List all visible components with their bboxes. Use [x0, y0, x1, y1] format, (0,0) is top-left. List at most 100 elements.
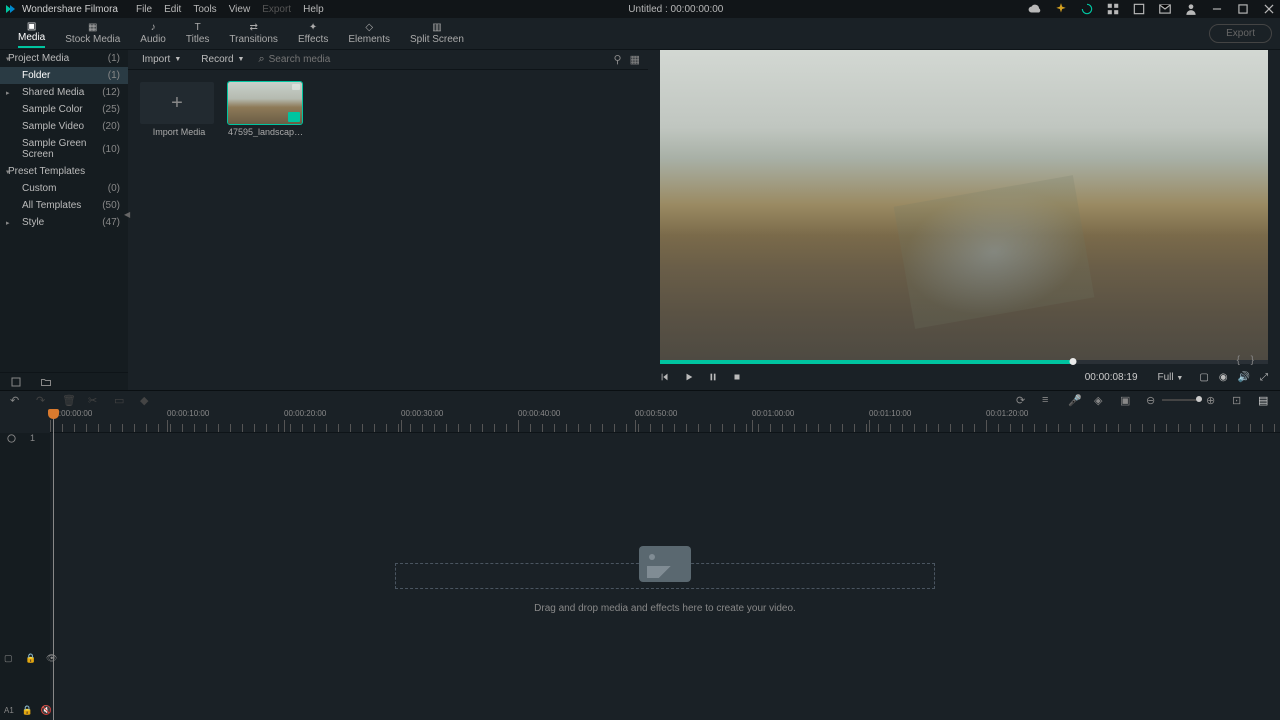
effects-icon: ✦: [306, 23, 320, 33]
message-icon[interactable]: [1158, 2, 1172, 16]
lock-icon[interactable]: 🔒: [22, 705, 33, 716]
ruler-tick: 00:00:10:00: [167, 409, 209, 418]
preview-canvas[interactable]: [660, 50, 1268, 360]
export-button[interactable]: Export: [1209, 24, 1272, 43]
pause-icon[interactable]: [708, 372, 718, 382]
marker-add-icon[interactable]: ◈: [1094, 394, 1106, 406]
audio-icon: ♪: [146, 23, 160, 33]
minimize-icon[interactable]: [1210, 2, 1224, 16]
import-media-cell[interactable]: + Import Media: [140, 82, 218, 137]
mixer-icon[interactable]: ≡: [1042, 394, 1054, 406]
new-folder-icon[interactable]: [40, 376, 52, 388]
filter-icon[interactable]: ⚲: [614, 53, 622, 66]
stop-icon[interactable]: [732, 372, 742, 382]
quality-select[interactable]: Full ▼: [1152, 371, 1190, 384]
media-clip[interactable]: 47595_landscape_of_...: [228, 82, 306, 137]
timeline-tracks[interactable]: Drag and drop media and effects here to …: [50, 433, 1280, 720]
sidebar-item[interactable]: ▾Preset Templates: [0, 163, 128, 180]
account-icon[interactable]: [1184, 2, 1198, 16]
menu-tools[interactable]: Tools: [193, 4, 216, 15]
playhead[interactable]: [53, 409, 54, 720]
sidebar-item[interactable]: ▾Project Media(1): [0, 50, 128, 67]
menu-view[interactable]: View: [229, 4, 251, 15]
expand-arrow-icon[interactable]: ▸: [6, 219, 10, 227]
sidebar-item[interactable]: Sample Color(25): [0, 101, 128, 118]
add-to-timeline-icon[interactable]: [288, 112, 300, 122]
track-manager-icon[interactable]: ▤: [1258, 394, 1270, 406]
sidebar-item[interactable]: Sample Green Screen(10): [0, 135, 128, 163]
fullscreen-icon[interactable]: ⤢: [1260, 372, 1268, 383]
tab-media[interactable]: ▣Media: [8, 19, 55, 48]
import-dropdown[interactable]: Import ▼: [136, 54, 187, 65]
close-icon[interactable]: [1262, 2, 1276, 16]
record-dropdown[interactable]: Record ▼: [195, 54, 250, 65]
zoom-slider[interactable]: [1162, 399, 1202, 401]
tab-stock-media[interactable]: ▦Stock Media: [55, 21, 130, 47]
volume-icon[interactable]: 🔊: [1238, 372, 1250, 383]
drop-zone[interactable]: Drag and drop media and effects here to …: [395, 563, 935, 614]
sidebar-item[interactable]: Folder(1): [0, 67, 128, 84]
refresh-icon[interactable]: [1080, 2, 1094, 16]
ruler-tick: 00:01:10:00: [869, 409, 911, 418]
zoom-knob[interactable]: [1196, 396, 1202, 402]
snap-icon[interactable]: ▣: [1120, 394, 1132, 406]
view-grid-icon[interactable]: ▦: [630, 53, 640, 66]
tab-transitions[interactable]: ⇄Transitions: [219, 21, 288, 47]
lock-icon[interactable]: 🔒: [25, 653, 36, 664]
split-icon: ✂: [88, 394, 100, 406]
tab-effects[interactable]: ✦Effects: [288, 21, 338, 47]
grid-icon[interactable]: [1106, 2, 1120, 16]
menu-edit[interactable]: Edit: [164, 4, 181, 15]
video-track-icon[interactable]: ▢: [4, 653, 15, 664]
tab-titles[interactable]: TTitles: [176, 21, 220, 47]
sidebar-item[interactable]: Sample Video(20): [0, 118, 128, 135]
cloud-icon[interactable]: [1028, 2, 1042, 16]
sidebar-item[interactable]: ▸Shared Media(12): [0, 84, 128, 101]
scrub-knob[interactable]: [1070, 358, 1077, 365]
tab-split-screen[interactable]: ▥Split Screen: [400, 21, 474, 47]
render-icon[interactable]: ⟳: [1016, 394, 1028, 406]
tab-audio[interactable]: ♪Audio: [130, 21, 176, 47]
track-settings-icon[interactable]: [6, 433, 17, 444]
sidebar-item-label: All Templates: [22, 200, 81, 211]
sidebar-item[interactable]: All Templates(50): [0, 197, 128, 214]
split-icon: ▥: [430, 23, 444, 33]
scrub-bar[interactable]: { }: [660, 360, 1268, 364]
tab-titles-label: Titles: [186, 34, 210, 45]
ruler-tick: 00:00:20:00: [284, 409, 326, 418]
tab-elements[interactable]: ◇Elements: [338, 21, 400, 47]
maximize-icon[interactable]: [1236, 2, 1250, 16]
source-tabs: ▣Media ▦Stock Media ♪Audio TTitles ⇄Tran…: [0, 18, 1280, 50]
zoom-out-icon[interactable]: ⊖: [1146, 394, 1158, 406]
sidebar-item[interactable]: Custom(0): [0, 180, 128, 197]
snapshot-icon[interactable]: ◉: [1219, 372, 1228, 383]
expand-arrow-icon[interactable]: ▾: [6, 168, 10, 176]
expand-arrow-icon[interactable]: ▸: [6, 89, 10, 97]
ruler-tick: 00:00:30:00: [401, 409, 443, 418]
zoom-fit-icon[interactable]: ⊡: [1232, 394, 1244, 406]
sidebar-item-label: Shared Media: [22, 87, 84, 98]
tab-stock-label: Stock Media: [65, 34, 120, 45]
sidebar-item[interactable]: ▸Style(47): [0, 214, 128, 231]
save-icon[interactable]: [10, 376, 22, 388]
library-icon[interactable]: [1132, 2, 1146, 16]
menu-file[interactable]: File: [136, 4, 152, 15]
play-icon[interactable]: [684, 372, 694, 382]
mark-out-icon[interactable]: }: [1251, 355, 1254, 366]
undo-icon[interactable]: ↶: [10, 394, 22, 406]
search-box[interactable]: ⌕: [258, 53, 605, 66]
expand-arrow-icon[interactable]: ▾: [6, 55, 10, 63]
panel-collapse-icon[interactable]: ◀: [124, 210, 130, 219]
zoom-in-icon[interactable]: ⊕: [1206, 394, 1218, 406]
drop-slot[interactable]: [395, 563, 935, 589]
timeline-ruler[interactable]: 00:00:00:0000:00:10:0000:00:20:0000:00:3…: [50, 409, 1280, 433]
menu-help[interactable]: Help: [303, 4, 324, 15]
display-icon[interactable]: ▢: [1199, 372, 1208, 383]
sidebar-item-count: (1): [108, 53, 120, 64]
sparkle-icon[interactable]: [1054, 2, 1068, 16]
quality-label: Full: [1158, 372, 1174, 383]
prev-frame-icon[interactable]: [660, 372, 670, 382]
mark-in-icon[interactable]: {: [1237, 355, 1240, 366]
voiceover-icon[interactable]: 🎤: [1068, 394, 1080, 406]
search-input[interactable]: [269, 54, 606, 65]
